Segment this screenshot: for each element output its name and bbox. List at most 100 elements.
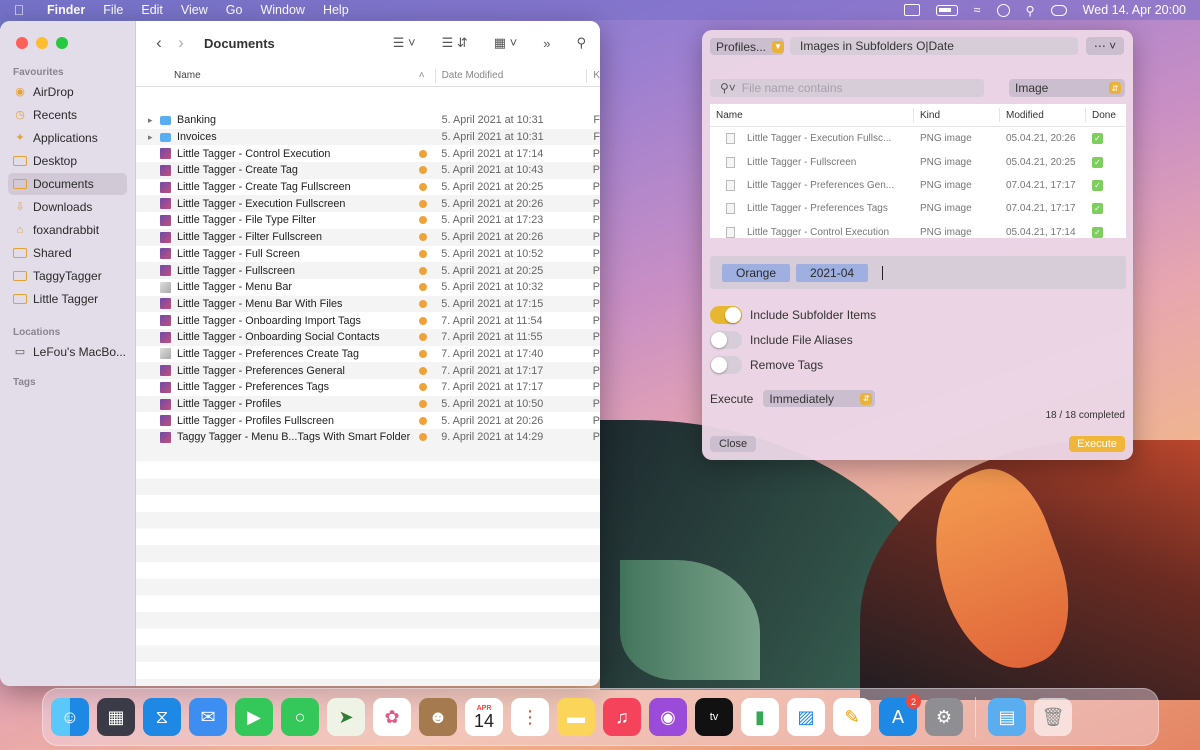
forward-button[interactable]: › bbox=[170, 33, 192, 53]
file-row[interactable]: Little Tagger - Create Tag 5. April 2021 … bbox=[136, 162, 600, 179]
folder-stack-icon[interactable]: ▤ bbox=[988, 698, 1026, 736]
aliases-toggle[interactable] bbox=[710, 331, 742, 349]
column-name-header[interactable]: Name ˄ bbox=[136, 68, 436, 83]
profiles-popup[interactable]: Profiles... ▼ bbox=[710, 38, 784, 55]
sidebar-item-documents[interactable]: Documents bbox=[8, 173, 127, 195]
sidebar-item-foxandrabbit[interactable]: ⌂ foxandrabbit bbox=[8, 219, 127, 241]
column-kind-header[interactable]: Kind bbox=[914, 108, 1000, 122]
sidebar-item-airdrop[interactable]: ◉ AirDrop bbox=[8, 81, 127, 103]
option-include-aliases[interactable]: Include File Aliases bbox=[710, 331, 853, 349]
messages-app-icon[interactable]: ○ bbox=[281, 698, 319, 736]
file-row[interactable]: Little Tagger - Preferences Tags 7. April… bbox=[136, 379, 600, 396]
little-tagger-status-icon[interactable] bbox=[903, 4, 920, 16]
menu-edit[interactable]: Edit bbox=[132, 3, 172, 17]
search-input[interactable]: ⚲˅ File name contains bbox=[710, 79, 984, 97]
menu-view[interactable]: View bbox=[172, 3, 217, 17]
file-row[interactable]: ▸ Invoices 5. April 2021 at 10:31 F bbox=[136, 128, 600, 146]
tags-token-field[interactable]: Orange 2021-04 bbox=[710, 256, 1126, 289]
menu-window[interactable]: Window bbox=[251, 3, 313, 17]
search-icon[interactable]: ⚲ bbox=[576, 35, 586, 51]
table-row[interactable]: Little Tagger - Execution Fullsc... PNG i… bbox=[710, 127, 1126, 150]
menu-clock[interactable]: Wed 14. Apr 20:00 bbox=[1083, 3, 1186, 17]
trash-icon[interactable]: 🗑 bbox=[1034, 698, 1072, 736]
keynote-app-icon[interactable]: ▨ bbox=[787, 698, 825, 736]
reminders-app-icon[interactable]: ⋮ bbox=[511, 698, 549, 736]
menu-go[interactable]: Go bbox=[217, 3, 252, 17]
file-row[interactable]: Little Tagger - Preferences General 7. Ap… bbox=[136, 362, 600, 379]
more-options-button[interactable]: ⋯ ˅ bbox=[1086, 37, 1124, 55]
pages-app-icon[interactable]: ✎ bbox=[833, 698, 871, 736]
safari-app-icon[interactable]: ⧖ bbox=[143, 698, 181, 736]
tag-token[interactable]: Orange bbox=[722, 263, 791, 282]
sidebar-item-applications[interactable]: ✦ Applications bbox=[8, 127, 127, 149]
column-name-header[interactable]: Name bbox=[710, 108, 914, 122]
menu-app-finder[interactable]: Finder bbox=[38, 3, 94, 17]
contacts-app-icon[interactable]: ☻ bbox=[419, 698, 457, 736]
sidebar-item-taggytagger[interactable]: TaggyTagger bbox=[8, 265, 127, 287]
sidebar-item-macbook[interactable]: ▭ LeFou's MacBo... bbox=[8, 341, 127, 363]
remove-tags-toggle[interactable] bbox=[710, 356, 742, 374]
option-include-subfolders[interactable]: Include Subfolder Items bbox=[710, 306, 876, 324]
music-app-icon[interactable]: ♫ bbox=[603, 698, 641, 736]
file-row[interactable]: Little Tagger - Preferences Create Tag 7.… bbox=[136, 345, 600, 363]
finder-app-icon[interactable]: ☺ bbox=[51, 698, 89, 736]
profile-name-field[interactable]: Images in Subfolders O|Date bbox=[790, 37, 1078, 55]
sidebar-item-downloads[interactable]: ⇩ Downloads bbox=[8, 196, 127, 218]
sidebar-item-desktop[interactable]: Desktop bbox=[8, 150, 127, 172]
mail-app-icon[interactable]: ✉ bbox=[189, 698, 227, 736]
user-icon[interactable] bbox=[996, 3, 1010, 17]
file-row[interactable]: Little Tagger - Menu Bar With Files 5. Ap… bbox=[136, 295, 600, 313]
table-row[interactable]: Little Tagger - Preferences Gen... PNG im… bbox=[710, 174, 1126, 197]
table-row[interactable]: Little Tagger - Fullscreen PNG image 05.04… bbox=[710, 150, 1126, 173]
photos-app-icon[interactable]: ✿ bbox=[373, 698, 411, 736]
back-button[interactable]: ‹ bbox=[148, 33, 170, 53]
column-date-header[interactable]: Date Modified bbox=[436, 68, 588, 83]
option-remove-tags[interactable]: Remove Tags bbox=[710, 356, 823, 374]
tag-token[interactable]: 2021-04 bbox=[796, 263, 869, 282]
wifi-icon[interactable]: ≈ bbox=[974, 3, 981, 17]
sidebar-item-little-tagger[interactable]: Little Tagger bbox=[8, 288, 127, 310]
disclosure-triangle-icon[interactable]: ▸ bbox=[148, 132, 158, 143]
app-store-app-icon[interactable]: A2 bbox=[879, 694, 921, 736]
notes-app-icon[interactable]: ▬ bbox=[557, 698, 595, 736]
file-row[interactable]: Little Tagger - Onboarding Import Tags 7.… bbox=[136, 312, 600, 329]
file-row[interactable]: Little Tagger - Profiles 5. April 2021 at… bbox=[136, 395, 600, 413]
file-row[interactable]: Little Tagger - File Type Filter 5. April… bbox=[136, 212, 600, 229]
file-row[interactable]: Little Tagger - Filter Fullscreen 5. Apri… bbox=[136, 228, 600, 246]
file-row[interactable]: Little Tagger - Menu Bar 5. April 2021 at… bbox=[136, 278, 600, 296]
file-row[interactable]: Taggy Tagger - Menu B...Tags With Smart … bbox=[136, 429, 600, 446]
file-row[interactable]: Little Tagger - Control Execution 5. Apri… bbox=[136, 145, 600, 163]
podcasts-app-icon[interactable]: ◉ bbox=[649, 698, 687, 736]
table-row[interactable]: Little Tagger - Control Execution PNG ima… bbox=[710, 221, 1126, 238]
group-sort-icon[interactable]: ☰ ⇵ bbox=[442, 35, 468, 51]
disclosure-triangle-icon[interactable]: ▸ bbox=[148, 115, 158, 126]
file-row[interactable]: Little Tagger - Execution Fullscreen 5. A… bbox=[136, 195, 600, 213]
column-kind-header[interactable]: K bbox=[587, 70, 600, 81]
minimize-window-button[interactable] bbox=[36, 37, 48, 49]
file-row[interactable]: Little Tagger - Full Screen 5. April 2021… bbox=[136, 245, 600, 263]
column-modified-header[interactable]: Modified bbox=[1000, 108, 1086, 122]
tv-app-icon[interactable]: tv bbox=[695, 698, 733, 736]
file-type-select[interactable]: Image ⇵ bbox=[1009, 79, 1125, 97]
sidebar-item-shared[interactable]: Shared bbox=[8, 242, 127, 264]
file-row[interactable]: Little Tagger - Profiles Fullscreen 5. Ap… bbox=[136, 412, 600, 430]
close-button[interactable]: Close bbox=[710, 436, 756, 452]
control-center-icon[interactable] bbox=[1050, 4, 1067, 16]
apple-menu-icon[interactable]:  bbox=[0, 2, 38, 18]
calendar-app-icon[interactable]: APR 14 bbox=[465, 698, 503, 736]
maps-app-icon[interactable]: ➤ bbox=[327, 698, 365, 736]
subfolders-toggle[interactable] bbox=[710, 306, 742, 324]
more-toolbar-icon[interactable]: » bbox=[543, 36, 550, 51]
zoom-window-button[interactable] bbox=[56, 37, 68, 49]
battery-icon[interactable] bbox=[935, 4, 958, 16]
system-preferences-app-icon[interactable]: ⚙ bbox=[925, 698, 963, 736]
file-row[interactable]: Little Tagger - Onboarding Social Contac… bbox=[136, 328, 600, 346]
sidebar-item-recents[interactable]: ◷ Recents bbox=[8, 104, 127, 126]
file-row[interactable]: Little Tagger - Fullscreen 5. April 2021 … bbox=[136, 262, 600, 279]
numbers-app-icon[interactable]: ▮ bbox=[741, 698, 779, 736]
menu-file[interactable]: File bbox=[94, 3, 132, 17]
execute-mode-select[interactable]: Immediately ⇵ bbox=[763, 390, 876, 407]
table-row[interactable]: Little Tagger - Preferences Tags PNG imag… bbox=[710, 197, 1126, 220]
menu-help[interactable]: Help bbox=[314, 3, 358, 17]
execute-button[interactable]: Execute bbox=[1069, 436, 1125, 452]
